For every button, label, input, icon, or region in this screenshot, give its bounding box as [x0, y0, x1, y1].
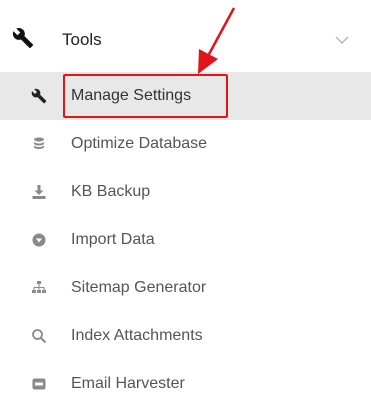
wrench-icon — [31, 88, 47, 104]
search-icon — [32, 329, 47, 344]
menu-item-index-attachments[interactable]: Index Attachments — [0, 312, 371, 360]
menu-item-label: KB Backup — [71, 183, 151, 200]
menu-item-sitemap-generator[interactable]: Sitemap Generator — [0, 264, 371, 312]
menu-item-import-data[interactable]: Import Data — [0, 216, 371, 264]
import-circle-icon — [32, 233, 46, 247]
menu-item-label: Sitemap Generator — [71, 279, 207, 296]
tools-menu-header[interactable]: Tools — [0, 0, 371, 70]
menu-item-optimize-database[interactable]: Optimize Database — [0, 120, 371, 168]
menu-item-kb-backup[interactable]: KB Backup — [0, 168, 371, 216]
menu-item-label: Optimize Database — [71, 135, 208, 152]
email-box-icon — [32, 378, 46, 390]
tools-label: Tools — [62, 30, 102, 49]
database-icon — [34, 137, 44, 149]
menu-item-label: Email Harvester — [71, 375, 185, 392]
menu-item-label: Index Attachments — [71, 327, 203, 344]
menu-item-email-harvester[interactable]: Email Harvester — [0, 360, 371, 408]
menu-item-label: Import Data — [71, 231, 155, 248]
sitemap-icon — [32, 281, 46, 293]
wrench-icon — [12, 28, 34, 49]
download-icon — [32, 185, 46, 199]
chevron-down-icon[interactable] — [335, 36, 349, 45]
menu-item-manage-settings[interactable]: Manage Settings — [0, 72, 371, 120]
menu-item-label: Manage Settings — [71, 87, 192, 104]
